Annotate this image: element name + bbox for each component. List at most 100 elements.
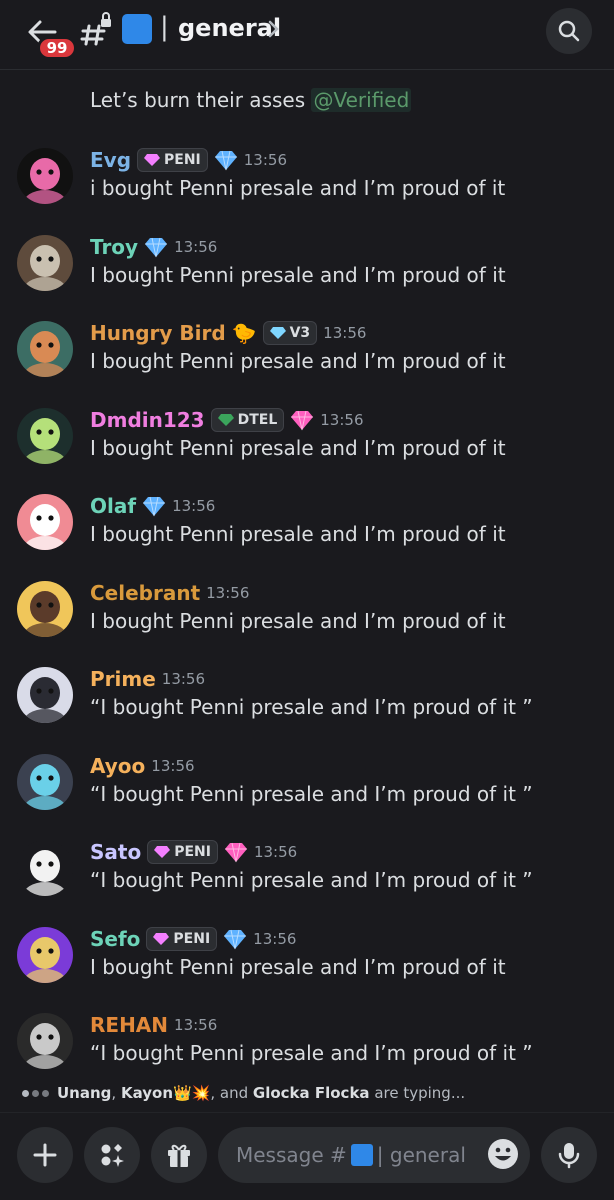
username[interactable]: Dmdin123: [90, 408, 205, 432]
avatar[interactable]: [17, 148, 73, 204]
message-text: “I bought Penni presale and I’m proud of…: [90, 868, 533, 892]
message-row[interactable]: Sato PENI 13:56 “I bought Penni presale and…: [0, 838, 614, 924]
timestamp: 13:56: [323, 324, 367, 342]
channel-separator: |: [160, 12, 169, 42]
server-tag[interactable]: PENI: [137, 148, 208, 172]
timestamp: 13:56: [206, 584, 250, 602]
avatar[interactable]: [17, 840, 73, 896]
microphone-icon: [558, 1143, 580, 1169]
avatar[interactable]: [17, 754, 73, 810]
tag-icon: [144, 154, 161, 166]
channel-emoji-icon: [122, 14, 152, 44]
avatar[interactable]: [17, 927, 73, 983]
message-row[interactable]: Prime 13:56 “I bought Penni presale and I’…: [0, 665, 614, 751]
diamond-icon: [214, 150, 237, 171]
server-tag-label: PENI: [173, 931, 211, 947]
diamond-icon: [143, 496, 166, 517]
username[interactable]: Hungry Bird: [90, 321, 226, 345]
timestamp: 13:56: [151, 757, 195, 775]
message-row[interactable]: Troy 13:56 I bought Penni presale and I’m …: [0, 233, 614, 319]
notification-badge: 99: [37, 36, 77, 60]
server-tag[interactable]: PENI: [147, 840, 218, 864]
message-text: I bought Penni presale and I’m proud of …: [90, 263, 506, 287]
username[interactable]: REHAN: [90, 1013, 168, 1037]
avatar[interactable]: [17, 408, 73, 464]
timestamp: 13:56: [174, 238, 218, 256]
search-icon: [558, 20, 580, 42]
username[interactable]: Troy: [90, 235, 138, 259]
typing-user: Unang: [57, 1084, 112, 1102]
avatar[interactable]: [17, 667, 73, 723]
message-text: I bought Penni presale and I’m proud of …: [90, 436, 506, 460]
username[interactable]: Sefo: [90, 927, 140, 951]
username[interactable]: Celebrant: [90, 581, 200, 605]
message-text: i bought Penni presale and I’m proud of …: [90, 176, 506, 200]
message-row[interactable]: Ayoo 13:56 “I bought Penni presale and I’m…: [0, 752, 614, 838]
message-header: Hungry Bird 🐤 V3 13:56: [90, 319, 366, 347]
typing-user: Glocka Flocka: [252, 1084, 370, 1102]
add-button[interactable]: [17, 1127, 73, 1183]
typing-suffix: are typing...: [369, 1084, 466, 1102]
emoji-picker-icon[interactable]: [486, 1137, 520, 1171]
message-header: Evg PENI 13:56: [90, 146, 287, 174]
message-row[interactable]: Sefo PENI 13:56 I bought Penni presale and …: [0, 925, 614, 1011]
server-tag-label: PENI: [164, 152, 201, 168]
gift-button[interactable]: [151, 1127, 207, 1183]
server-tag-label: PENI: [174, 844, 211, 860]
locked-channel-icon: [80, 12, 111, 46]
username-emoji: 🐤: [231, 321, 257, 345]
timestamp: 13:56: [172, 497, 216, 515]
plus-icon: [33, 1143, 57, 1167]
search-button[interactable]: [546, 8, 592, 54]
message-row[interactable]: Hungry Bird 🐤 V3 13:56 I bought Penni presal…: [0, 319, 614, 405]
avatar[interactable]: [17, 494, 73, 550]
apps-icon: [101, 1144, 124, 1167]
timestamp: 13:56: [174, 1016, 218, 1034]
chevron-right-icon[interactable]: [266, 16, 282, 42]
username[interactable]: Sato: [90, 840, 141, 864]
typing-dots-icon: [22, 1089, 49, 1097]
message-row[interactable]: Evg PENI 13:56 i bought Penni presale and I…: [0, 146, 614, 232]
username[interactable]: Ayoo: [90, 754, 145, 778]
server-tag[interactable]: DTEL: [210, 408, 285, 432]
tag-icon: [153, 933, 170, 945]
message-text: “I bought Penni presale and I’m proud of…: [90, 782, 533, 806]
message-row[interactable]: Olaf 13:56 I bought Penni presale and I’m …: [0, 492, 614, 578]
diamond-icon: [145, 237, 168, 258]
voice-message-button[interactable]: [541, 1127, 597, 1183]
message-header: Sato PENI 13:56: [90, 838, 297, 866]
typing-separator: , and: [210, 1084, 253, 1102]
avatar[interactable]: [17, 235, 73, 291]
message-text: “I bought Penni presale and I’m proud of…: [90, 1041, 533, 1065]
message-text: I bought Penni presale and I’m proud of …: [90, 609, 506, 633]
username[interactable]: Prime: [90, 667, 156, 691]
message-header: Celebrant 13:56: [90, 579, 249, 607]
avatar[interactable]: [17, 1013, 73, 1069]
server-tag-label: V3: [289, 325, 311, 341]
role-mention[interactable]: @Verified: [311, 88, 412, 112]
message-text: I bought Penni presale and I’m proud of …: [90, 955, 506, 979]
message-header: Troy 13:56: [90, 233, 217, 261]
username[interactable]: Evg: [90, 148, 131, 172]
message-input[interactable]: Message # | general: [218, 1127, 530, 1183]
message-header: REHAN 13:56: [90, 1011, 217, 1039]
username[interactable]: Olaf: [90, 494, 136, 518]
avatar[interactable]: [17, 581, 73, 637]
diamond-icon: [224, 929, 247, 950]
message-input-placeholder-prefix: Message #: [236, 1143, 347, 1167]
message-input-placeholder-suffix: | general: [376, 1143, 466, 1167]
message-text: Let’s burn their asses: [90, 88, 312, 112]
message-header: Sefo PENI 13:56: [90, 925, 296, 953]
apps-button[interactable]: [84, 1127, 140, 1183]
avatar[interactable]: [17, 321, 73, 377]
typing-separator: ,: [111, 1084, 121, 1102]
typing-user: Kayon: [120, 1084, 173, 1102]
server-tag[interactable]: PENI: [146, 927, 218, 951]
tag-icon: [154, 846, 171, 858]
message-row[interactable]: Celebrant 13:56 I bought Penni presale and…: [0, 579, 614, 665]
diamond-icon: [291, 410, 314, 431]
timestamp: 13:56: [253, 843, 298, 861]
server-tag[interactable]: V3: [262, 321, 318, 345]
timestamp: 13:56: [320, 411, 364, 429]
message-row[interactable]: Dmdin123 DTEL 13:56 I bought Penni presale …: [0, 406, 614, 492]
